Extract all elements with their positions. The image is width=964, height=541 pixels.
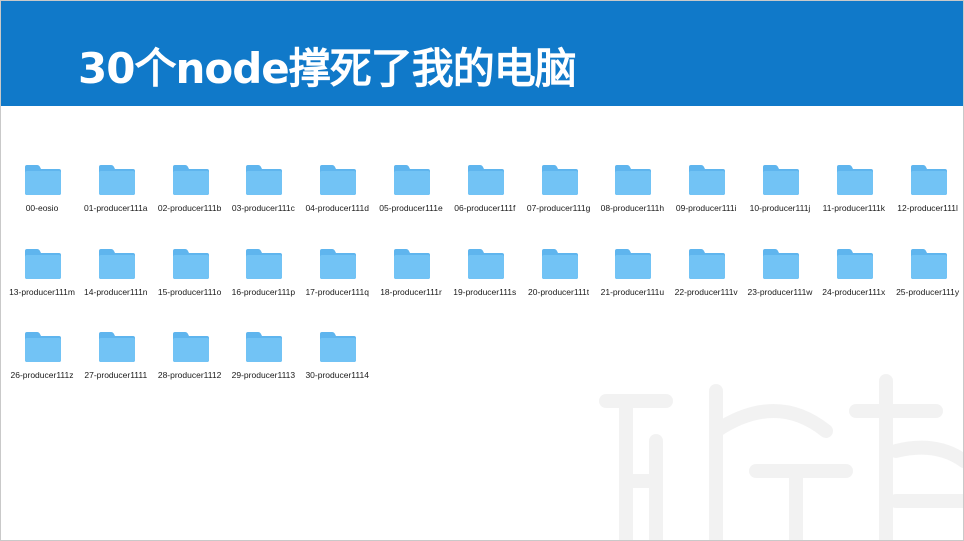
slide: 30个node撑死了我的电脑 00-eosio 01-producer111a … (0, 0, 964, 541)
folder-front (467, 254, 504, 279)
folder-front (25, 254, 61, 279)
folder-icon (467, 248, 504, 279)
folder-front (615, 254, 652, 279)
folder-icon (763, 165, 799, 195)
folder-icon (246, 165, 283, 195)
folder-label: 25-producer111y (896, 286, 960, 297)
folder-icon (320, 248, 357, 279)
folder-icon (541, 248, 578, 279)
folder-icon (910, 165, 947, 195)
folder-front (689, 254, 726, 279)
folder-icon (25, 165, 61, 195)
folder-front (98, 171, 135, 195)
watermark-logo (599, 374, 963, 540)
folder-front (836, 254, 873, 279)
folder-front (541, 171, 578, 195)
folder-icon (172, 332, 209, 362)
folder-front (467, 171, 504, 195)
folder-front (910, 254, 947, 279)
folder-icon (98, 332, 135, 362)
folder-front (763, 171, 799, 195)
folder-front (246, 254, 283, 279)
folder-front (763, 254, 799, 279)
folder-front (394, 171, 430, 195)
folder-label: 12-producer111l (897, 203, 958, 213)
folder-icon (246, 248, 283, 279)
folder-front (25, 338, 61, 362)
folder-icon (910, 248, 947, 279)
folder-item[interactable]: 12-producer111l (891, 161, 963, 223)
folder-icon (320, 165, 357, 195)
folder-icon (541, 165, 578, 195)
folder-icon (320, 332, 357, 362)
folder-front (836, 171, 873, 195)
folder-front (320, 338, 357, 362)
folder-front (172, 171, 209, 195)
folder-icon (25, 248, 61, 279)
folder-icon (25, 332, 61, 362)
folder-front (246, 171, 283, 195)
folder-icon (689, 165, 726, 195)
folder-item[interactable]: 25-producer111y (891, 245, 963, 307)
folder-front (246, 338, 283, 362)
title-bar: 30个node撑死了我的电脑 (1, 1, 963, 106)
folder-icon (836, 248, 873, 279)
folder-icon (98, 165, 135, 195)
folder-icon (836, 165, 873, 195)
folder-icon (172, 165, 209, 195)
folder-icon (763, 248, 799, 279)
folder-front (615, 171, 652, 195)
folder-front (98, 338, 135, 362)
folder-front (320, 171, 357, 195)
folder-icon (615, 248, 652, 279)
folder-icon (394, 165, 430, 195)
folder-icon (467, 165, 504, 195)
folder-front (394, 254, 430, 279)
folder-front (172, 254, 209, 279)
folder-front (910, 171, 947, 195)
folder-front (25, 171, 61, 195)
folder-icon (394, 248, 430, 279)
folder-icon (98, 248, 135, 279)
folder-icon (689, 248, 726, 279)
folder-item[interactable]: 30-producer1114 (300, 328, 374, 390)
folder-label: 30-producer1114 (305, 370, 369, 380)
folder-front (541, 254, 578, 279)
folder-front (98, 254, 135, 279)
folder-icon (615, 165, 652, 195)
folder-icon (246, 332, 283, 362)
slide-title: 30个node撑死了我的电脑 (78, 44, 577, 93)
folder-front (320, 254, 357, 279)
folder-front (689, 171, 726, 195)
folder-front (172, 338, 209, 362)
folder-icon (172, 248, 209, 279)
